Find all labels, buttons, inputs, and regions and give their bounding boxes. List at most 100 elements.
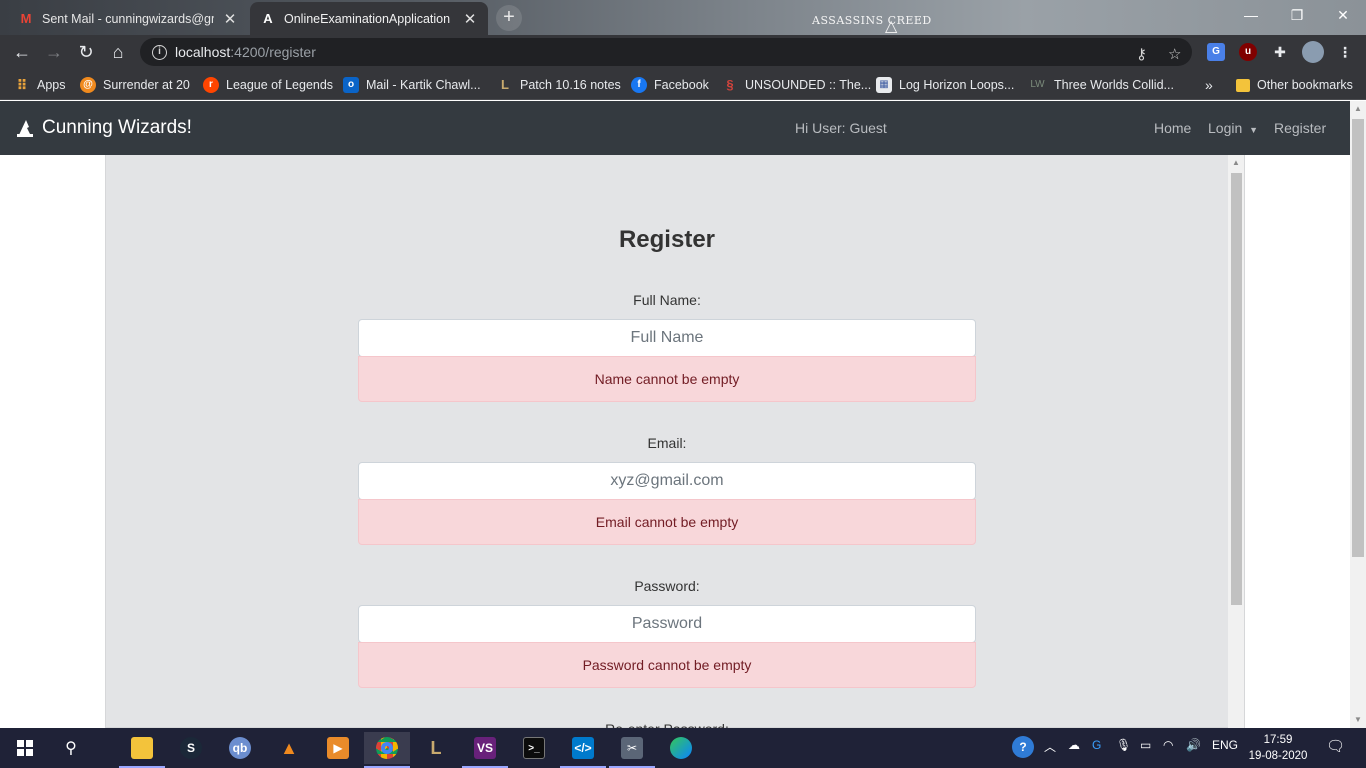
minimize-button[interactable]: — (1228, 0, 1274, 32)
scrollbar-thumb[interactable] (1352, 119, 1364, 557)
taskbar-file-explorer[interactable] (119, 732, 165, 768)
card-scrollbar[interactable]: ▲ (1228, 155, 1244, 728)
bookmark-apps[interactable]: ⠿ Apps (14, 76, 66, 94)
taskbar-media-player[interactable]: ▶ (315, 732, 361, 764)
taskbar-visual-studio[interactable]: VS (462, 732, 508, 768)
caret-down-icon: ▼ (1249, 125, 1259, 135)
email-input[interactable]: xyz@gmail.com (358, 462, 976, 500)
password-input[interactable]: Password (358, 605, 976, 643)
qbittorrent-icon: qb (229, 737, 251, 759)
bookmark-mail[interactable]: o Mail - Kartik Chawl... (343, 76, 481, 94)
taskbar-vscode[interactable]: </> (560, 732, 606, 768)
avatar[interactable] (1302, 41, 1324, 63)
extensions-icon[interactable]: ✚ (1271, 43, 1289, 61)
bookmarks-overflow[interactable]: » (1205, 76, 1213, 94)
bookmark-surrender[interactable]: @ Surrender at 20 (80, 76, 190, 94)
bookmark-label: Log Horizon Loops... (899, 78, 1015, 92)
brand-name: Cunning Wizards! (42, 117, 192, 138)
outlook-icon: o (343, 77, 359, 93)
restore-button[interactable]: ❐ (1274, 0, 1320, 32)
edge-icon (670, 737, 692, 759)
close-icon[interactable]: ✕ (222, 10, 238, 28)
start-button[interactable] (2, 732, 48, 764)
bookmark-other[interactable]: Other bookmarks (1236, 76, 1353, 94)
search-button[interactable]: ⚲ (48, 732, 94, 764)
wifi-icon[interactable]: ◠ (1163, 738, 1173, 752)
email-error: Email cannot be empty (358, 499, 976, 545)
email-label: Email: (647, 435, 687, 451)
bookmark-log-horizon[interactable]: ▦ Log Horizon Loops... (876, 76, 1014, 94)
taskbar-chrome[interactable] (364, 732, 410, 768)
nav-register-link[interactable]: Register (1274, 120, 1326, 136)
bookmark-label: UNSOUNDED :: The... (745, 78, 872, 92)
taskbar-terminal[interactable]: >_ (511, 732, 557, 764)
windows-taskbar: ⚲ S qb ▲ ▶ L VS >_ </> ✂ ? ︿ ☁ G 🎙 ▭ ◠ 🔊… (0, 728, 1366, 768)
angular-icon: A (263, 11, 273, 26)
home-icon[interactable]: ⌂ (107, 41, 129, 63)
tab-title: OnlineExaminationApplication (284, 11, 451, 26)
scroll-up-icon[interactable]: ▲ (1228, 155, 1244, 171)
nav-login-label: Login (1208, 120, 1243, 136)
new-tab-button[interactable]: + (496, 5, 522, 31)
scroll-down-icon[interactable]: ▼ (1350, 712, 1366, 728)
taskbar-steam[interactable]: S (168, 732, 214, 764)
nav-login-dropdown[interactable]: Login ▼ (1208, 120, 1258, 136)
page-title: Register (618, 226, 716, 253)
bookmark-label: League of Legends (226, 78, 334, 92)
google-translate-icon[interactable]: G (1207, 43, 1225, 61)
taskbar-vlc[interactable]: ▲ (266, 732, 312, 764)
full-name-error: Name cannot be empty (358, 356, 976, 402)
clock-time: 17:59 (1263, 734, 1293, 746)
vscode-icon: </> (572, 737, 594, 759)
bookmark-facebook[interactable]: f Facebook (631, 76, 709, 94)
cloud-icon[interactable]: ☁ (1068, 738, 1080, 752)
microphone-icon[interactable]: 🎙 (1116, 738, 1131, 752)
league-icon: L (501, 77, 509, 92)
close-icon[interactable]: ✕ (462, 10, 478, 28)
taskbar-edge[interactable] (658, 732, 704, 764)
taskbar-snipping-tool[interactable]: ✂ (609, 732, 655, 768)
tab-sent-mail[interactable]: M Sent Mail - cunningwizards@gm ✕ (8, 2, 248, 35)
scroll-up-icon[interactable]: ▲ (1350, 101, 1366, 117)
logitech-icon[interactable]: G (1092, 738, 1101, 752)
bookmark-three-worlds[interactable]: LW Three Worlds Collid... (1028, 76, 1174, 94)
star-icon[interactable]: ☆ (1168, 45, 1181, 63)
full-name-input[interactable]: Full Name (358, 319, 976, 357)
browser-tab-strip: M Sent Mail - cunningwizards@gm ✕ A Onli… (0, 0, 1366, 35)
taskbar-qbittorrent[interactable]: qb (217, 732, 263, 764)
register-card: Register Full Name: Full Name Name canno… (105, 155, 1245, 737)
forward-icon[interactable]: → (43, 41, 65, 63)
language-indicator[interactable]: ENG (1212, 738, 1238, 752)
media-player-icon: ▶ (327, 737, 349, 759)
vlc-icon: ▲ (280, 738, 298, 758)
help-icon[interactable]: ? (1012, 736, 1034, 758)
scrollbar-thumb[interactable] (1231, 173, 1242, 605)
back-icon[interactable]: ← (11, 41, 33, 63)
bookmark-patch[interactable]: L Patch 10.16 notes (497, 76, 621, 94)
reload-icon[interactable]: ↻ (75, 41, 97, 63)
file-explorer-icon (131, 737, 153, 759)
nav-home-link[interactable]: Home (1154, 120, 1191, 136)
url-path: :4200/register (230, 44, 316, 60)
volume-icon[interactable]: 🔊 (1186, 738, 1201, 752)
ublock-icon[interactable]: u (1239, 43, 1257, 61)
page-scrollbar[interactable]: ▲ ▼ (1350, 101, 1366, 728)
battery-icon[interactable]: ▭ (1140, 738, 1151, 752)
tab-online-exam[interactable]: A OnlineExaminationApplication ✕ (250, 2, 488, 35)
bookmark-league[interactable]: r League of Legends (203, 76, 333, 94)
notifications-icon[interactable]: 🗨 (1326, 737, 1345, 755)
menu-icon[interactable]: ⋮ (1336, 43, 1354, 61)
bookmark-unsounded[interactable]: § UNSOUNDED :: The... (722, 76, 871, 94)
brand-link[interactable]: Cunning Wizards! (16, 117, 192, 139)
taskbar-league-client[interactable]: L (413, 732, 459, 764)
theme-emblem-icon: △ (885, 18, 898, 35)
site-info-icon[interactable]: i (152, 44, 167, 60)
taskbar-clock[interactable]: 17:59 19-08-2020 (1240, 732, 1316, 764)
theme-logo: ASSASSINS CREED (812, 14, 932, 27)
key-icon[interactable]: ⚷ (1136, 45, 1147, 63)
address-bar[interactable]: i localhost:4200/register ⚷ ☆ (140, 38, 1192, 66)
window-close-button[interactable]: ✕ (1320, 0, 1366, 32)
league-client-icon: L (430, 738, 442, 758)
terminal-icon: >_ (523, 737, 545, 759)
chevron-up-icon[interactable]: ︿ (1044, 738, 1056, 755)
